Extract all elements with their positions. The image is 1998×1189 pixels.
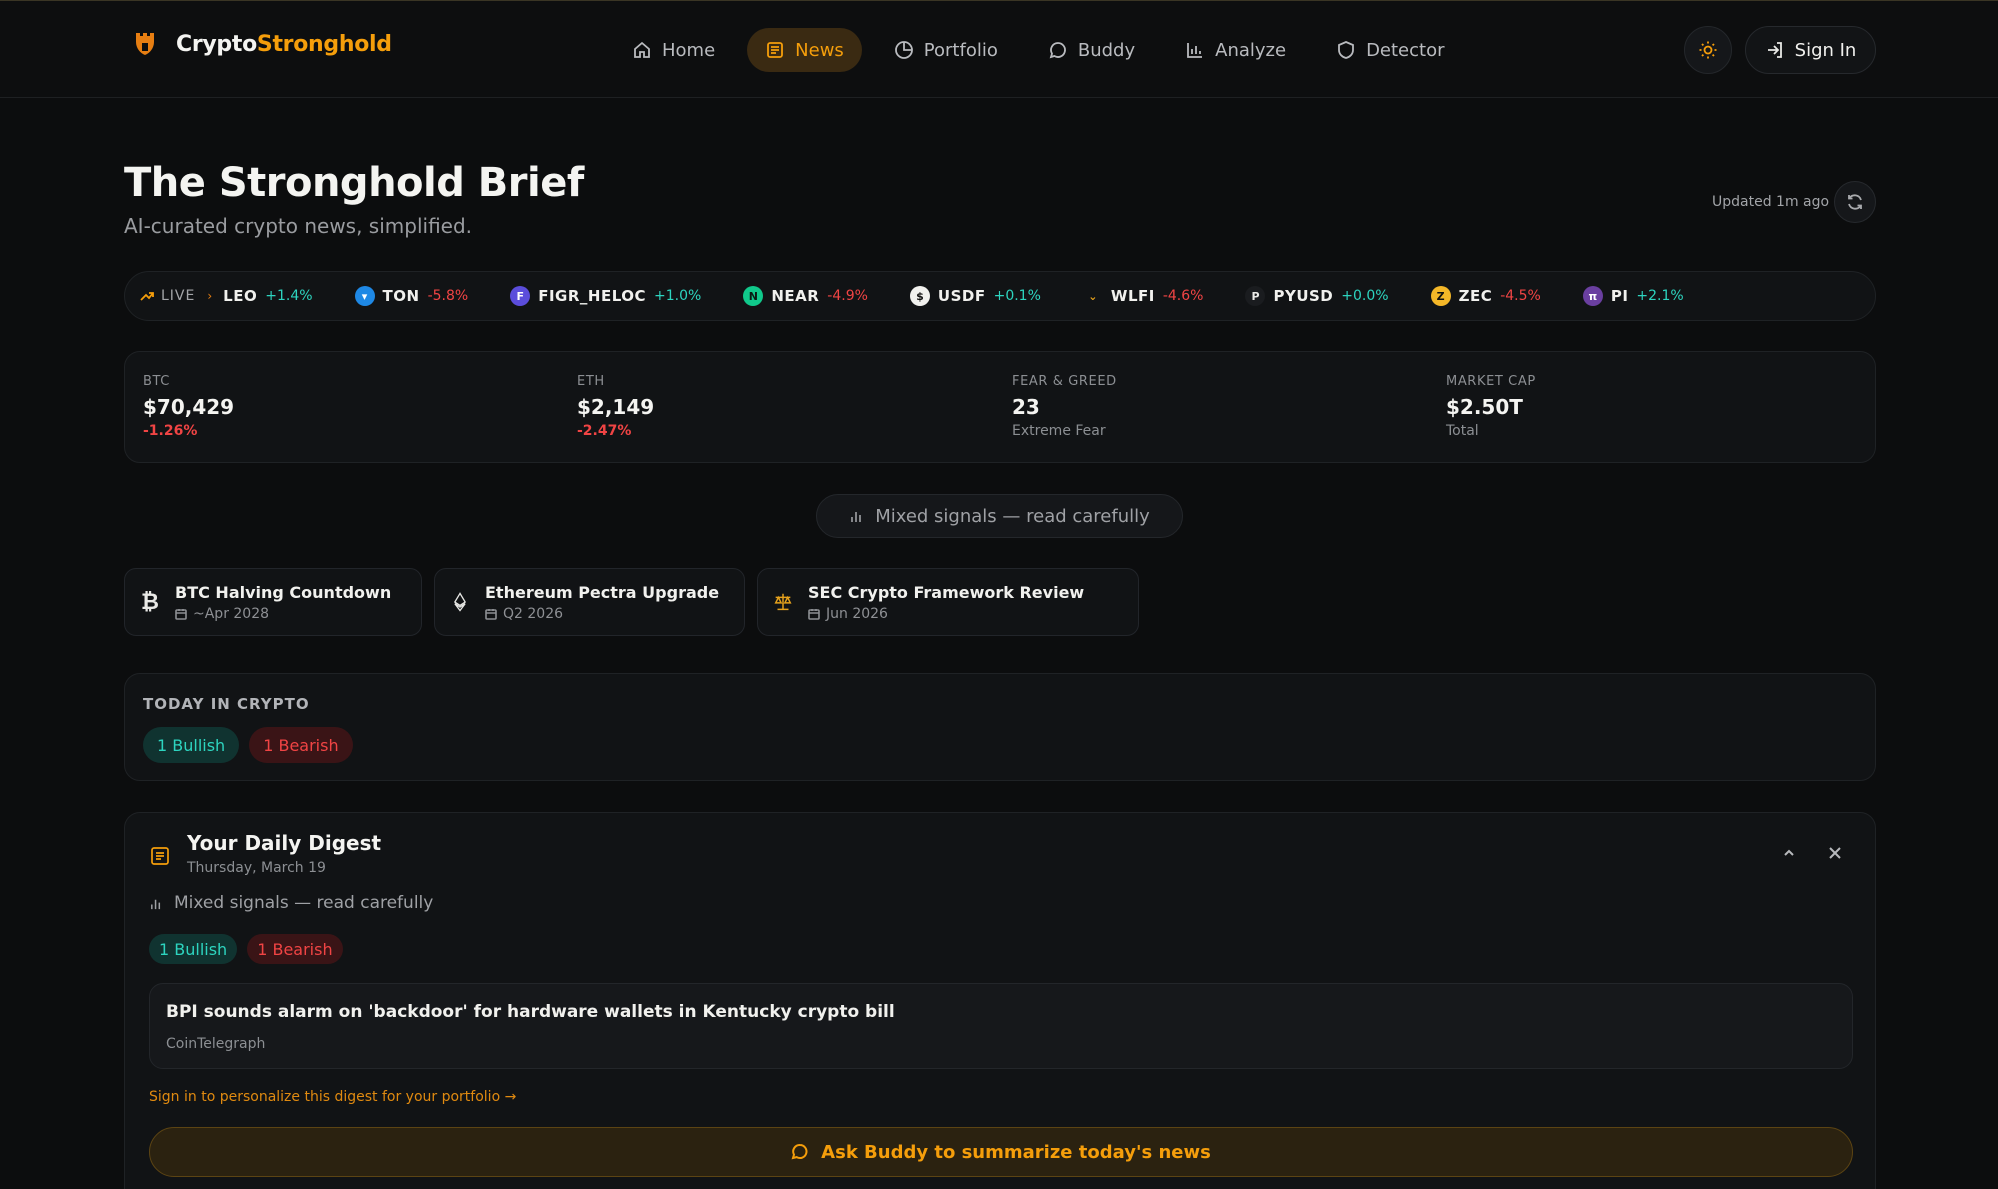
bullish-count-badge[interactable]: 1 Bullish (143, 727, 240, 763)
close-button[interactable] (1815, 833, 1855, 873)
sign-in-button[interactable]: Sign In (1745, 26, 1876, 74)
updated-timestamp: Updated 1m ago (1712, 194, 1830, 210)
ticker-item[interactable]: ▾ TON -5.8% (354, 286, 468, 306)
stat-eth: ETH $2,149 -2.47% (577, 374, 655, 439)
ticker-item[interactable]: ⌄ WLFI -4.6% (1083, 286, 1203, 306)
bar-chart-icon (1187, 43, 1203, 58)
ticker-item[interactable]: $ USDF +0.1% (909, 286, 1041, 306)
figr-coin-icon: F (510, 286, 531, 306)
ticker-item[interactable]: N NEAR -4.9% (743, 286, 868, 306)
newspaper-icon (767, 42, 784, 58)
pie-chart-icon (894, 41, 913, 59)
ask-buddy-button[interactable]: Ask Buddy to summarize today's news (149, 1127, 1853, 1177)
event-card[interactable]: ₿ BTC Halving Countdown ~Apr 2028 (124, 568, 422, 636)
wlfi-coin-icon: ⌄ (1088, 289, 1098, 303)
calendar-icon (808, 608, 820, 620)
brand-logo[interactable]: CryptoStronghold (134, 31, 392, 57)
nav-news[interactable]: News (747, 28, 862, 72)
personalize-link[interactable]: Sign in to personalize this digest for y… (149, 1089, 516, 1105)
ethereum-icon (449, 591, 471, 613)
ton-coin-icon: ▾ (354, 286, 375, 306)
refresh-icon (1848, 194, 1862, 210)
ticker-item[interactable]: Z ZEC -4.5% (1430, 286, 1541, 306)
ticker-item[interactable]: LEO +1.4% (223, 287, 312, 305)
bullish-count-badge[interactable]: 1 Bullish (149, 934, 238, 964)
chevron-up-icon (1784, 849, 1794, 856)
stat-fear-greed: FEAR & GREED 23 Extreme Fear (1012, 374, 1117, 439)
calendar-icon (485, 608, 497, 620)
top-navbar: CryptoStronghold Home News Portfolio Bud… (0, 0, 1998, 98)
zec-coin-icon: Z (1430, 286, 1451, 306)
login-icon (1767, 42, 1782, 58)
bar-chart-icon (851, 512, 862, 522)
chat-bubble-icon (791, 1144, 808, 1160)
article-title: BPI sounds alarm on 'backdoor' for hardw… (166, 1002, 895, 1022)
digest-date: Thursday, March 19 (187, 860, 326, 876)
daily-digest-card: Your Daily Digest Thursday, March 19 Mix… (124, 812, 1876, 1189)
sun-icon (1699, 41, 1717, 59)
bar-chart-icon (151, 899, 161, 909)
news-article-card[interactable]: BPI sounds alarm on 'backdoor' for hardw… (149, 983, 1853, 1069)
usdf-coin-icon: $ (909, 286, 930, 306)
ticker-item[interactable]: P PYUSD +0.0% (1245, 286, 1389, 306)
section-heading: TODAY IN CRYPTO (143, 695, 310, 713)
pi-coin-icon: π (1582, 286, 1603, 306)
digest-sentiment: Mixed signals — read carefully (149, 893, 433, 913)
chat-bubble-icon (1049, 42, 1066, 59)
market-stats-card: BTC $70,429 -1.26% ETH $2,149 -2.47% FEA… (124, 351, 1876, 463)
theme-toggle-button[interactable] (1684, 26, 1732, 74)
castle-icon (136, 33, 154, 55)
nav-detector[interactable]: Detector (1318, 28, 1462, 72)
calendar-icon (175, 608, 187, 620)
ticker-item[interactable]: F FIGR_HELOC +1.0% (510, 286, 701, 306)
page-title: The Stronghold Brief (124, 160, 584, 206)
ticker-item[interactable]: π PI +2.1% (1582, 286, 1684, 306)
close-icon (1829, 847, 1841, 859)
bearish-count-badge[interactable]: 1 Bearish (247, 934, 343, 964)
sentiment-pill: Mixed signals — read carefully (816, 494, 1183, 538)
bearish-count-badge[interactable]: 1 Bearish (249, 727, 353, 763)
nav-home[interactable]: Home (614, 28, 733, 72)
trending-up-icon (140, 292, 154, 301)
nav-portfolio[interactable]: Portfolio (876, 28, 1016, 72)
stat-btc: BTC $70,429 -1.26% (143, 374, 235, 439)
event-card[interactable]: SEC Crypto Framework Review Jun 2026 (757, 568, 1139, 636)
nav-analyze[interactable]: Analyze (1167, 28, 1304, 72)
live-indicator: LIVE › (139, 288, 213, 304)
nav-buddy[interactable]: Buddy (1030, 28, 1153, 72)
scales-icon (772, 591, 794, 613)
refresh-button[interactable] (1834, 181, 1876, 223)
page-subtitle: AI-curated crypto news, simplified. (124, 214, 473, 238)
shield-icon (1338, 41, 1354, 59)
bitcoin-icon: ₿ (141, 590, 159, 615)
stat-market-cap: MARKET CAP $2.50T Total (1446, 374, 1536, 439)
article-source: CoinTelegraph (166, 1036, 266, 1052)
digest-title: Your Daily Digest (187, 831, 382, 855)
today-in-crypto-card: TODAY IN CRYPTO 1 Bullish 1 Bearish (124, 673, 1876, 781)
home-icon (634, 41, 650, 58)
main-nav: Home News Portfolio Buddy Analyze Detect… (614, 28, 1463, 72)
brand-name: CryptoStronghold (176, 31, 392, 57)
event-card[interactable]: Ethereum Pectra Upgrade Q2 2026 (434, 568, 745, 636)
pyusd-coin-icon: P (1245, 286, 1266, 306)
newspaper-icon (151, 847, 169, 865)
price-ticker: LIVE › LEO +1.4% ▾ TON -5.8% F FIGR_HELO… (124, 271, 1876, 321)
near-coin-icon: N (743, 286, 764, 306)
collapse-button[interactable] (1769, 833, 1809, 873)
